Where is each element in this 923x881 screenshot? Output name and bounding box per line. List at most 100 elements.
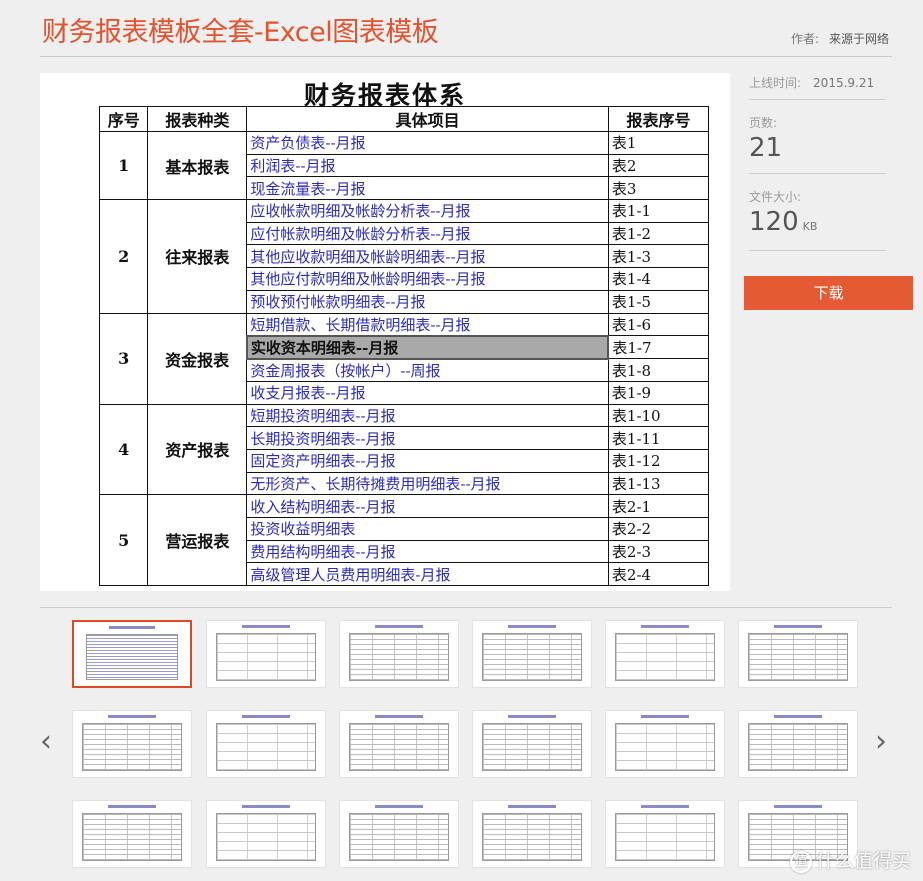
thumbnail-title-line — [108, 715, 156, 718]
thumbnail-title-line — [242, 625, 290, 628]
thumbnail-title-line — [375, 715, 423, 718]
thumbnail-title-line — [774, 715, 822, 718]
page-title: 财务报表模板全套-Excel图表模板 — [42, 17, 439, 48]
report-code: 表1-8 — [607, 358, 710, 382]
online-value: 2015.9.21 — [813, 76, 875, 90]
chevron-left-icon[interactable]: ‹ — [40, 724, 52, 759]
thumbnail-title-line — [508, 715, 556, 718]
page-thumbnail[interactable] — [472, 800, 592, 868]
chevron-right-icon[interactable]: › — [875, 724, 887, 759]
report-code: 表2-3 — [607, 539, 710, 564]
report-code: 表1-2 — [607, 221, 710, 246]
report-code: 表3 — [607, 176, 710, 201]
thumbnail-title-line — [641, 805, 689, 808]
page-thumbnail[interactable] — [605, 620, 725, 688]
page-thumbnail[interactable] — [605, 800, 725, 868]
thumbnail-title-line — [508, 805, 556, 808]
page-thumbnail[interactable] — [72, 710, 192, 778]
report-code: 表1-7 — [607, 335, 710, 360]
thumbnail-title-line — [242, 805, 290, 808]
download-button[interactable]: 下载 — [744, 276, 913, 310]
size-value: 120 — [749, 207, 799, 237]
table-row: 3 资金报表 短期借款、长期借款明细表--月报 表1-6 — [98, 312, 710, 405]
thumbnail-title-line — [641, 625, 689, 628]
page-thumbnail[interactable] — [738, 710, 858, 778]
page-thumbnail[interactable] — [339, 800, 459, 868]
thumbnail-title-line — [242, 715, 290, 718]
report-item: 长期投资明细表--月报 — [246, 426, 609, 450]
size-unit: KB — [802, 220, 818, 233]
page-thumbnail[interactable] — [738, 620, 858, 688]
report-code: 表1-5 — [607, 289, 710, 314]
report-item: 费用结构明细表--月报 — [246, 539, 609, 564]
group-seq: 5 — [98, 494, 149, 587]
page-thumbnail[interactable] — [206, 800, 326, 868]
thumbnail-table-lines — [349, 813, 449, 861]
report-code: 表2 — [607, 153, 710, 178]
report-item: 其他应付款明细及帐龄明细表--月报 — [246, 267, 609, 291]
report-item: 高级管理人员费用明细表-月报 — [246, 562, 609, 587]
report-code: 表2-2 — [607, 517, 710, 541]
page-thumbnail[interactable] — [72, 620, 192, 688]
thumbnail-table-lines — [216, 813, 316, 861]
report-item: 短期投资明细表--月报 — [246, 403, 609, 428]
thumbnail-table-lines — [216, 723, 316, 771]
group-category: 营运报表 — [147, 494, 248, 587]
online-info: 上线时间: 2015.9.21 — [749, 72, 886, 91]
page-thumbnail[interactable] — [472, 620, 592, 688]
header-seq: 序号 — [98, 106, 149, 132]
preview-table: 序号 报表种类 具体项目 报表序号 1 基本报表 资产负债表--月报 表1 利润表--月… — [98, 106, 710, 587]
group-seq: 1 — [98, 130, 149, 201]
group-category: 资金报表 — [147, 312, 248, 405]
report-item: 资金周报表（按帐户）--周报 — [246, 358, 609, 382]
info-divider — [749, 173, 886, 174]
thumbnail-title-line — [375, 625, 423, 628]
size-info: 文件大小: 120 KB — [749, 188, 886, 237]
report-item: 实收资本明细表--月报 — [245, 334, 610, 360]
online-label: 上线时间: — [749, 76, 802, 90]
page-thumbnail[interactable] — [206, 710, 326, 778]
title-divider — [40, 56, 892, 57]
author-label: 作者: — [790, 32, 819, 46]
page-thumbnail[interactable] — [472, 710, 592, 778]
table-header-row: 序号 报表种类 具体项目 报表序号 — [98, 106, 710, 132]
page-thumbnail[interactable] — [72, 800, 192, 868]
table-row: 1 基本报表 资产负债表--月报 表1 — [98, 130, 710, 201]
thumbnail-table-lines — [349, 633, 449, 681]
header-category: 报表种类 — [147, 106, 248, 132]
group-category: 基本报表 — [147, 130, 248, 201]
report-item: 利润表--月报 — [246, 153, 609, 178]
report-code: 表1-4 — [607, 267, 710, 291]
page-thumbnail[interactable] — [206, 620, 326, 688]
info-divider — [749, 250, 886, 251]
thumbnail-title-line — [108, 805, 156, 808]
size-label: 文件大小: — [749, 190, 802, 204]
page-thumbnail[interactable] — [605, 710, 725, 778]
thumbnail-table-lines — [216, 633, 316, 681]
group-seq: 2 — [98, 199, 149, 314]
watermark-badge: 值 — [789, 850, 812, 873]
watermark-text: 什么值得买 — [815, 850, 911, 872]
thumbnail-title-line — [774, 625, 822, 628]
report-item: 应付帐款明细及帐龄分析表--月报 — [246, 221, 609, 246]
thumbnail-table-lines — [615, 633, 715, 681]
document-preview[interactable]: 财务报表体系 序号 报表种类 具体项目 报表序号 1 基本报表 资产负债表--月报表… — [40, 73, 730, 591]
thumbnail-table-lines — [82, 813, 182, 861]
thumbnail-table-lines — [615, 723, 715, 771]
group-seq: 4 — [98, 403, 149, 496]
thumbnail-divider — [40, 607, 892, 608]
report-code: 表1-12 — [607, 448, 710, 473]
report-item: 固定资产明细表--月报 — [246, 448, 609, 473]
report-code: 表1-10 — [607, 403, 710, 428]
report-item: 应收帐款明细及帐龄分析表--月报 — [246, 199, 609, 223]
report-code: 表1-3 — [607, 244, 710, 269]
thumbnail-table-lines — [85, 634, 179, 680]
header-code: 报表序号 — [607, 106, 710, 132]
page-thumbnail[interactable] — [339, 710, 459, 778]
report-code: 表1-9 — [607, 380, 710, 405]
header-item: 具体项目 — [246, 106, 609, 132]
report-code: 表1-13 — [607, 471, 710, 496]
page-thumbnail[interactable] — [339, 620, 459, 688]
thumbnail-title-line — [641, 715, 689, 718]
table-row: 2 往来报表 应收帐款明细及帐龄分析表--月报 表1-1 — [98, 199, 710, 314]
